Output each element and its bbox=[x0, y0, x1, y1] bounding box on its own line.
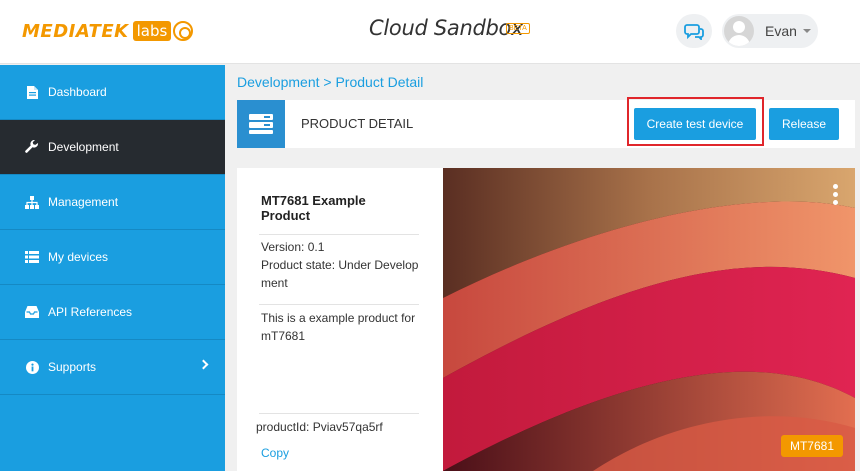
breadcrumb-separator: > bbox=[319, 74, 336, 90]
product-info-panel: MT7681 Example Product Version: 0.1 Prod… bbox=[237, 168, 443, 471]
sidebar-item-management[interactable]: Management bbox=[0, 175, 225, 230]
beta-badge: BETA bbox=[506, 23, 530, 34]
product-description: This is a example product for mT7681 bbox=[261, 311, 416, 343]
breadcrumb-development[interactable]: Development bbox=[237, 74, 320, 90]
logo-text: MEDIATEK bbox=[22, 20, 129, 42]
sidebar: Dashboard Development Management My devi… bbox=[0, 65, 225, 471]
abstract-wave-image bbox=[443, 168, 855, 471]
divider bbox=[259, 304, 419, 305]
logo-labs: labs bbox=[132, 21, 172, 41]
product-card: MT7681 Example Product Version: 0.1 Prod… bbox=[237, 168, 855, 471]
app-title: Cloud Sandbox bbox=[369, 16, 524, 40]
sidebar-item-api-references[interactable]: API References bbox=[0, 285, 225, 340]
swirl-icon bbox=[173, 21, 194, 41]
sidebar-item-dashboard[interactable]: Dashboard bbox=[0, 65, 225, 120]
mediatek-labs-logo[interactable]: MEDIATEK labs bbox=[22, 18, 194, 44]
top-header: MEDIATEK labs Cloud Sandbox BETA Evan bbox=[0, 0, 860, 64]
divider bbox=[259, 234, 419, 235]
chat-button[interactable] bbox=[676, 14, 712, 48]
list-icon bbox=[24, 250, 40, 264]
user-menu[interactable]: Evan bbox=[722, 14, 818, 48]
sidebar-item-label: Supports bbox=[48, 360, 97, 374]
sidebar-item-development[interactable]: Development bbox=[0, 120, 225, 175]
user-name: Evan bbox=[765, 23, 797, 39]
chat-icon bbox=[684, 24, 704, 40]
sidebar-item-my-devices[interactable]: My devices bbox=[0, 230, 225, 285]
product-cover-image: MT7681 bbox=[443, 168, 855, 471]
sidebar-item-label: Dashboard bbox=[48, 85, 107, 99]
info-icon bbox=[24, 360, 40, 374]
document-icon bbox=[24, 85, 40, 99]
hierarchy-icon bbox=[24, 195, 40, 209]
breadcrumb: Development > Product Detail bbox=[237, 74, 423, 90]
highlight-box bbox=[627, 97, 764, 146]
sidebar-item-label: My devices bbox=[48, 250, 109, 264]
product-version: Version: 0.1 bbox=[261, 240, 325, 254]
page-title: PRODUCT DETAIL bbox=[301, 116, 414, 131]
sidebar-item-supports[interactable]: Supports bbox=[0, 340, 225, 395]
caret-down-icon bbox=[802, 29, 811, 33]
release-button[interactable]: Release bbox=[769, 108, 839, 140]
copy-link[interactable]: Copy bbox=[261, 446, 289, 460]
more-options-icon[interactable] bbox=[833, 184, 839, 205]
divider bbox=[259, 413, 419, 414]
inbox-icon bbox=[24, 305, 40, 319]
product-name: MT7681 Example Product bbox=[261, 193, 366, 223]
product-chip-badge: MT7681 bbox=[780, 435, 843, 457]
breadcrumb-product-detail[interactable]: Product Detail bbox=[335, 74, 423, 90]
wrench-icon bbox=[24, 140, 40, 154]
avatar bbox=[724, 16, 754, 46]
sidebar-item-label: API References bbox=[48, 305, 133, 319]
server-icon bbox=[237, 100, 285, 148]
chevron-right-icon bbox=[198, 359, 209, 370]
product-id: productId: Pviav57qa5rf bbox=[256, 420, 383, 434]
sidebar-item-label: Development bbox=[48, 140, 119, 154]
product-state: Product state: Under Development bbox=[261, 258, 419, 290]
sidebar-item-label: Management bbox=[48, 195, 119, 209]
